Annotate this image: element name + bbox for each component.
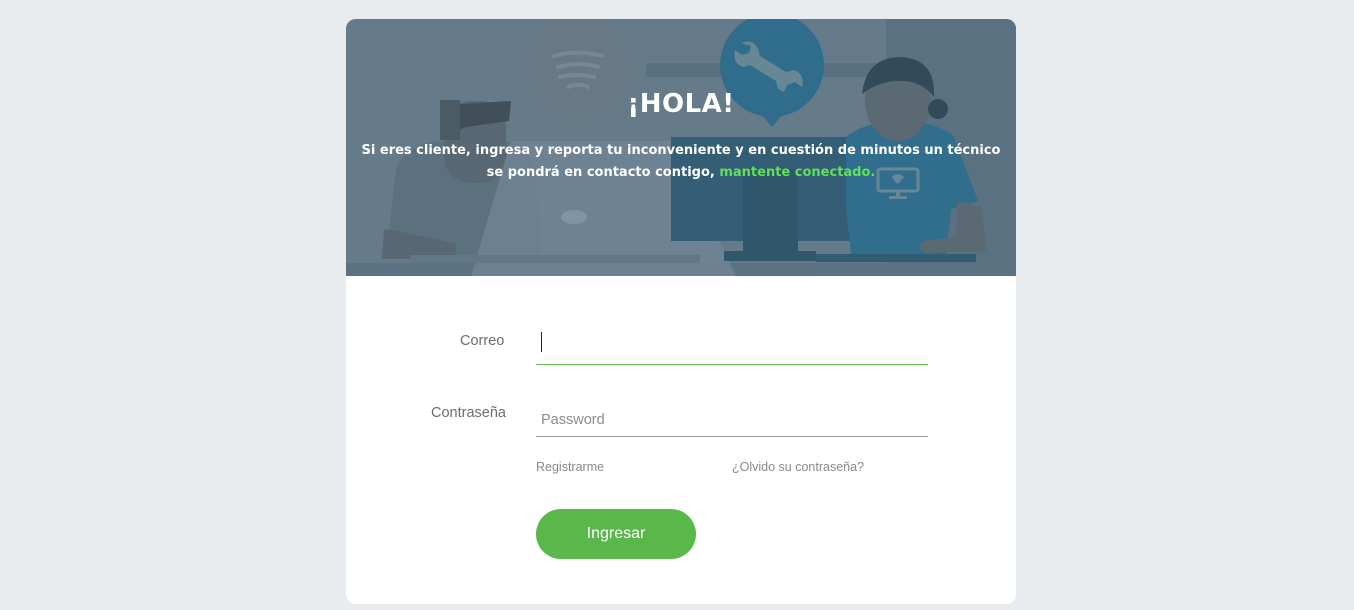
greeting-message-accent: mantente conectado. (719, 165, 876, 180)
register-link[interactable]: Registrarme (536, 460, 604, 474)
greeting-title: ¡HOLA! (627, 89, 735, 119)
login-card: ¡HOLA! Si eres cliente, ingresa y report… (346, 19, 1016, 604)
email-label: Correo (460, 333, 505, 349)
greeting-message-main: Si eres cliente, ingresa y reporta tu in… (361, 143, 1001, 180)
password-field[interactable] (536, 403, 928, 437)
login-button[interactable]: Ingresar (536, 509, 696, 559)
password-label: Contraseña (431, 405, 506, 421)
text-caret (541, 332, 542, 352)
email-field[interactable] (536, 331, 928, 365)
welcome-banner: ¡HOLA! Si eres cliente, ingresa y report… (346, 19, 1016, 276)
greeting-message: Si eres cliente, ingresa y reporta tu in… (360, 140, 1002, 184)
forgot-password-link[interactable]: ¿Olvido su contraseña? (732, 460, 864, 474)
